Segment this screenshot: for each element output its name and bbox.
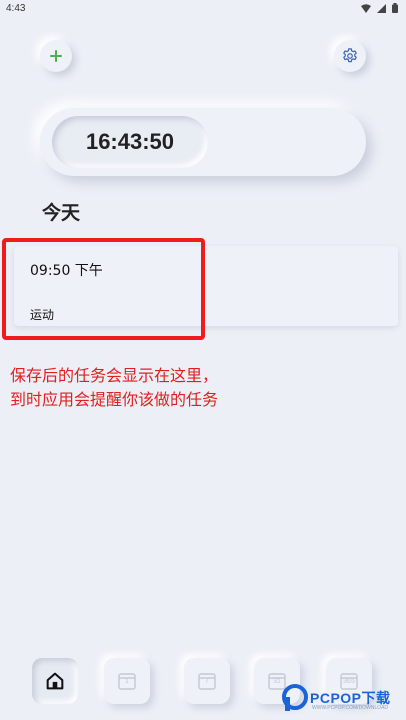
watermark-subtext: WWW.PCPOP.COM/DOWNLOAD	[312, 705, 389, 711]
annotation-text: 保存后的任务会显示在这里， 到时应用会提醒你该做的任务	[10, 364, 390, 412]
nav-week-button[interactable]: 7	[184, 658, 230, 704]
annotation-line-1: 保存后的任务会显示在这里，	[10, 366, 219, 385]
clock-display: 16:43:50	[52, 116, 208, 168]
watermark-logo-icon	[282, 684, 308, 711]
status-time: 4:43	[6, 3, 26, 14]
calendar-week-number: 7	[205, 678, 209, 685]
home-icon	[46, 672, 64, 690]
battery-icon	[392, 3, 398, 13]
add-task-button[interactable]	[40, 40, 72, 72]
status-bar: 4:43	[0, 0, 406, 18]
signal-icon	[377, 3, 386, 13]
status-icons	[361, 3, 398, 13]
clock-panel: 16:43:50	[40, 108, 366, 176]
plus-icon	[50, 50, 62, 62]
calendar-day-icon: 1	[117, 671, 137, 691]
wifi-icon	[361, 3, 371, 13]
nav-day-button[interactable]: 1	[104, 658, 150, 704]
watermark: PCPOP下载 WWW.PCPOP.COM/DOWNLOAD	[282, 680, 406, 720]
settings-button[interactable]	[334, 40, 366, 72]
gear-icon	[343, 48, 357, 63]
annotation-line-2: 到时应用会提醒你该做的任务	[10, 390, 219, 409]
section-title-today: 今天	[42, 202, 81, 224]
nav-home-button[interactable]	[32, 658, 78, 704]
calendar-week-icon: 7	[197, 671, 217, 691]
calendar-day-number: 1	[125, 678, 129, 685]
annotation-highlight-box	[2, 238, 205, 340]
